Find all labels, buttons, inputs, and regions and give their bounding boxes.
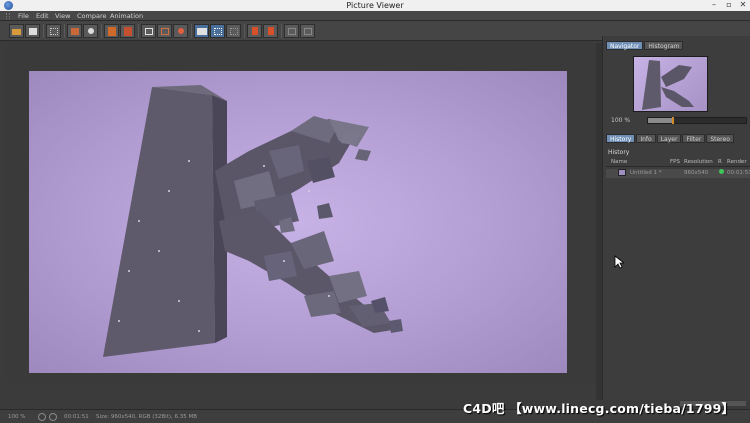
tab-info[interactable]: Info <box>636 134 656 143</box>
stereo-right-button[interactable] <box>300 24 315 38</box>
stereo-left-button[interactable] <box>284 24 299 38</box>
navigator-thumbnail[interactable] <box>633 56 708 112</box>
menu-edit[interactable]: Edit <box>36 11 49 21</box>
col-resolution[interactable]: Resolution <box>684 158 713 167</box>
history-row-render: 00:01:51 <box>727 170 750 176</box>
menu-file[interactable]: File <box>18 11 29 21</box>
zoom-slider-handle[interactable] <box>672 117 674 124</box>
zoom-row: 100 % <box>606 116 748 125</box>
set-a-button[interactable] <box>247 24 262 38</box>
tab-histogram[interactable]: Histogram <box>644 41 684 50</box>
difference-button[interactable] <box>226 24 241 38</box>
letter-k-render <box>103 85 403 357</box>
compare-b-button[interactable] <box>157 24 172 38</box>
copy-image-button[interactable] <box>104 24 119 38</box>
menu-grip-icon <box>6 13 10 19</box>
save-file-button[interactable] <box>25 24 40 38</box>
mouse-cursor-icon <box>614 255 624 269</box>
zoom-slider[interactable] <box>647 117 747 124</box>
open-file-button[interactable] <box>9 24 24 38</box>
minimize-icon[interactable]: – <box>707 0 721 11</box>
info-tabs: History Info Layer Filter Stereo <box>606 134 735 143</box>
watermark-text: C4D吧 【www.linecg.com/tieba/1799】 <box>463 401 735 416</box>
zoom-label: 100 % <box>611 117 631 124</box>
tab-navigator[interactable]: Navigator <box>606 41 644 50</box>
menu-bar: File Edit View Compare Animation <box>0 11 750 21</box>
play-icon[interactable] <box>49 413 57 421</box>
status-zoom[interactable]: 100 % <box>8 410 25 423</box>
history-row-resolution: 960x540 <box>684 170 709 176</box>
col-name[interactable]: Name <box>611 158 627 167</box>
render-status-dot-icon <box>719 169 724 174</box>
tab-filter[interactable]: Filter <box>682 134 706 143</box>
tab-stereo[interactable]: Stereo <box>706 134 734 143</box>
compare-swap-button[interactable] <box>173 24 188 38</box>
maximize-icon[interactable]: ▫ <box>722 0 736 11</box>
set-b-button[interactable] <box>263 24 278 38</box>
status-time: 00:01:51 <box>64 414 89 420</box>
grid-view-button[interactable] <box>46 24 61 38</box>
split-view-button[interactable] <box>210 24 225 38</box>
zoom-slider-fill <box>648 118 672 123</box>
menu-compare[interactable]: Compare <box>77 11 107 21</box>
render-view-button[interactable] <box>83 24 98 38</box>
status-image-info: Size: 960x540, RGB (32Bit), 6.35 MB <box>96 414 198 420</box>
compare-a-button[interactable] <box>141 24 156 38</box>
history-section-title: History <box>608 149 630 156</box>
rendered-image <box>29 71 567 373</box>
table-row[interactable]: Untitled 1 * 960x540 00:01:51 <box>606 169 750 178</box>
ab-compare-button[interactable] <box>194 24 209 38</box>
history-row-name: Untitled 1 * <box>630 170 662 176</box>
zoom-stepper-icon[interactable] <box>38 413 46 421</box>
title-bar: Picture Viewer – ▫ ✕ <box>0 0 750 11</box>
render-region-button[interactable] <box>67 24 82 38</box>
navigator-preview-image <box>642 60 694 110</box>
col-fps[interactable]: FPS <box>670 158 680 167</box>
close-icon[interactable]: ✕ <box>736 0 750 11</box>
window-title: Picture Viewer <box>346 1 404 10</box>
col-r[interactable]: R <box>718 158 722 167</box>
tab-history[interactable]: History <box>606 134 636 143</box>
history-thumbnail <box>618 169 626 176</box>
col-render[interactable]: Render <box>727 158 747 167</box>
history-table-header: Name FPS Resolution R Render <box>606 158 750 167</box>
navigator-tabs: Navigator Histogram <box>606 41 684 50</box>
menu-animation[interactable]: Animation <box>110 11 143 21</box>
right-panel: Navigator Histogram 100 % History Info Laye… <box>602 36 750 400</box>
menu-view[interactable]: View <box>55 11 70 21</box>
paste-image-button[interactable] <box>120 24 135 38</box>
tab-layer[interactable]: Layer <box>656 134 682 143</box>
